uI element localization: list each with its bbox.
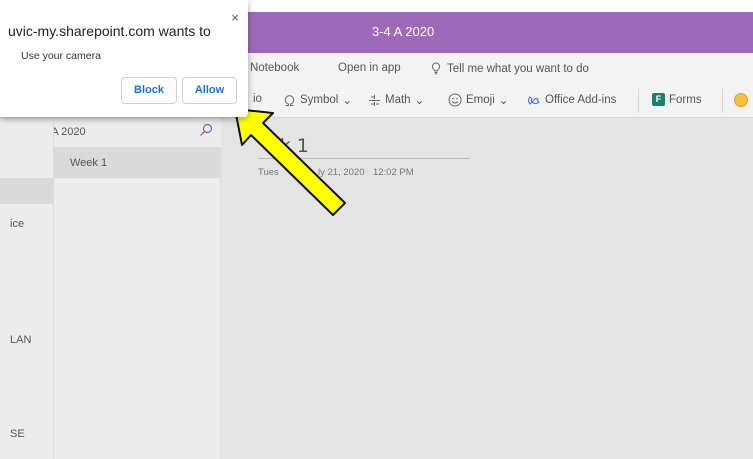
office-addins-button[interactable]: Office Add-ins — [527, 93, 616, 107]
page-item-week-1[interactable]: Week 1 — [54, 148, 221, 178]
block-button[interactable]: Block — [121, 77, 177, 104]
sticker-button[interactable] — [734, 93, 748, 107]
dialog-message: Use your camera — [21, 50, 101, 62]
camera-permission-dialog: uvic-my.sharepoint.com wants to × Use yo… — [0, 0, 248, 117]
dialog-host: uvic-my.sharepoint.com wants to — [8, 23, 211, 39]
search-icon[interactable] — [199, 123, 213, 137]
section-list — [0, 118, 54, 459]
ribbon-divider — [722, 89, 723, 113]
page-time: 12:02 PM — [373, 167, 414, 178]
addins-label: Office Add-ins — [545, 94, 617, 106]
math-icon — [369, 94, 380, 106]
lightbulb-icon — [431, 62, 441, 75]
section-item[interactable]: ice — [10, 218, 24, 230]
chevron-down-icon: ⌄ — [414, 95, 425, 107]
page-item-label: Week 1 — [70, 157, 108, 169]
addins-icon — [528, 96, 540, 105]
page-list — [54, 148, 221, 459]
forms-button[interactable]: F Forms — [652, 93, 702, 106]
annotation-arrow — [234, 108, 346, 216]
tell-me-search[interactable]: Tell me what you want to do — [431, 62, 589, 75]
smiley-icon — [448, 93, 462, 107]
forms-label: Forms — [669, 93, 702, 106]
tell-me-label: Tell me what you want to do — [447, 62, 589, 75]
emoji-label: Emoji — [466, 94, 495, 106]
tab-notebook[interactable]: Notebook — [250, 62, 299, 74]
section-selected[interactable] — [0, 178, 54, 204]
math-button[interactable]: Math ⌄ — [368, 93, 424, 107]
tab-open-in-app[interactable]: Open in app — [338, 62, 401, 74]
sticker-icon — [734, 93, 748, 107]
ribbon-divider — [638, 89, 639, 113]
forms-icon: F — [652, 93, 665, 106]
notebook-title: 3-4 A 2020 — [372, 24, 435, 39]
math-label: Math — [385, 94, 411, 106]
section-item[interactable]: LAN — [10, 334, 31, 346]
section-item[interactable]: SE — [10, 428, 25, 440]
allow-button[interactable]: Allow — [182, 77, 237, 104]
close-icon[interactable]: × — [228, 11, 242, 25]
chevron-down-icon: ⌄ — [498, 95, 509, 107]
emoji-button[interactable]: Emoji ⌄ — [448, 93, 508, 107]
